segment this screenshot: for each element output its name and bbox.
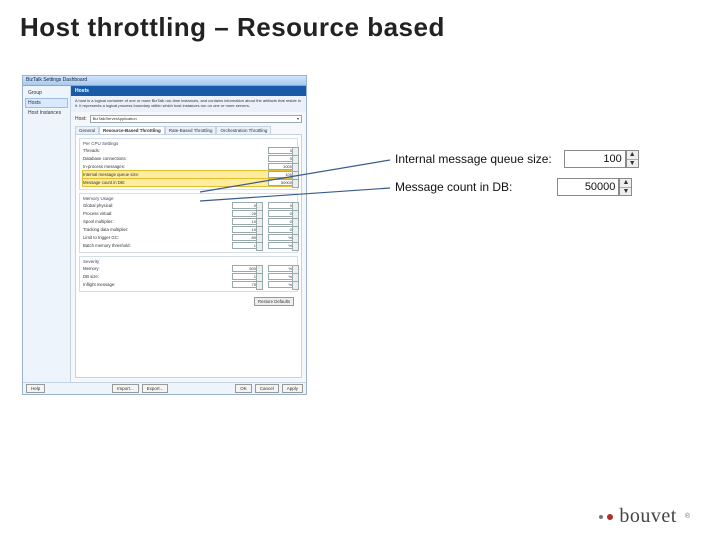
page-title: Host throttling – Resource based	[20, 12, 445, 43]
tab-rate-based[interactable]: Rate-Based Throttling	[165, 126, 217, 134]
mem-spool-field[interactable]: 10	[232, 218, 258, 225]
nav-group[interactable]: Group	[25, 88, 68, 98]
imq-label: Internal message queue size:	[83, 172, 268, 177]
host-combobox[interactable]: BizTalkServerApplication ▾	[90, 115, 302, 123]
callout-imq-label: Internal message queue size:	[395, 152, 552, 166]
callout-mcdb-field[interactable]: 50000 ▲▼	[557, 178, 619, 196]
sev-db-pct: %	[268, 273, 294, 280]
inproc-label: In-process messages:	[83, 164, 268, 169]
throttling-panel: Per CPU Settings Threads:0 Database conn…	[75, 134, 302, 378]
dbconn-label: Database connections:	[83, 156, 268, 161]
host-label: Host:	[75, 116, 87, 122]
restore-defaults-button[interactable]: Restore Defaults	[254, 297, 294, 306]
ok-button[interactable]: OK	[235, 384, 252, 393]
mem-track-label: Tracking data multiplier:	[83, 227, 232, 232]
tab-general[interactable]: General	[75, 126, 99, 134]
logo-dot-icon	[607, 514, 613, 520]
dialog-titlebar: BizTalk Settings Dashboard	[23, 76, 306, 86]
callout-mcdb-label: Message count in DB:	[395, 180, 512, 194]
group-severity-title: Severity	[83, 259, 294, 264]
mem-track-pct[interactable]: 0	[268, 226, 294, 233]
spinner-arrows-icon[interactable]: ▲▼	[626, 150, 639, 168]
cancel-button[interactable]: Cancel	[255, 384, 279, 393]
callout-imq-value: 100	[603, 153, 621, 165]
import-button[interactable]: Import...	[112, 384, 139, 393]
inproc-field[interactable]: 1000	[268, 163, 294, 170]
sev-mem-label: Memory:	[83, 266, 232, 271]
sev-mem-field[interactable]: 500	[232, 265, 258, 272]
callout-imq-field[interactable]: 100 ▲▼	[564, 150, 626, 168]
tab-resource-based[interactable]: Resource-Based Throttling	[99, 126, 165, 134]
sev-db-field[interactable]: 1	[232, 273, 258, 280]
mem-gc-pct: %	[268, 234, 294, 241]
mem-batch-label: Batch memory threshold:	[83, 243, 232, 248]
mem-batch-field[interactable]: 1	[232, 242, 258, 249]
section-banner: Hosts	[71, 86, 306, 96]
dbconn-field[interactable]: 0	[268, 155, 294, 162]
mem-gc-field[interactable]: 80	[232, 234, 258, 241]
mcdb-row: Message count in DB:50000	[83, 179, 294, 186]
imq-row: Internal message queue size:100	[83, 171, 294, 178]
mem-track-field[interactable]: 10	[232, 226, 258, 233]
host-combobox-value: BizTalkServerApplication	[93, 116, 137, 121]
sev-inflight-field[interactable]: 75	[232, 281, 258, 288]
tab-orchestration[interactable]: Orchestration Throttling	[216, 126, 271, 134]
mem-global-pct[interactable]: 0	[268, 202, 294, 209]
callout-mcdb-value: 50000	[585, 181, 616, 193]
bouvet-logo: bouvet ®	[607, 505, 690, 528]
mem-process-field[interactable]: 25	[232, 210, 258, 217]
mem-batch-pct: %	[268, 242, 294, 249]
dialog-nav: Group Hosts Host Instances	[23, 86, 71, 382]
spinner-arrows-icon[interactable]: ▲▼	[619, 178, 632, 196]
chevron-down-icon: ▾	[297, 116, 299, 121]
mem-gc-label: Limit to trigger GC:	[83, 235, 232, 240]
settings-dialog: BizTalk Settings Dashboard Group Hosts H…	[22, 75, 307, 395]
group-severity: Severity Memory:500% DB size:1% Inflight…	[79, 256, 298, 292]
logo-text: bouvet	[619, 505, 676, 528]
apply-button[interactable]: Apply	[282, 384, 303, 393]
group-per-cpu: Per CPU Settings Threads:0 Database conn…	[79, 138, 298, 190]
mem-spool-pct[interactable]: 0	[268, 218, 294, 225]
callout-imq: Internal message queue size: 100 ▲▼	[395, 150, 626, 168]
mem-process-label: Process virtual:	[83, 211, 232, 216]
threads-field[interactable]: 0	[268, 147, 294, 154]
group-memory-title: Memory Usage	[83, 196, 294, 201]
sev-db-label: DB size:	[83, 274, 232, 279]
help-button[interactable]: Help	[26, 384, 45, 393]
threads-label: Threads:	[83, 148, 268, 153]
group-memory: Memory Usage Global physical:00 Process …	[79, 193, 298, 253]
group-per-cpu-title: Per CPU Settings	[83, 141, 294, 146]
mcdb-field[interactable]: 50000	[268, 179, 294, 186]
sev-inflight-pct: %	[268, 281, 294, 288]
section-description: A host is a logical container of one or …	[71, 96, 306, 112]
mem-process-pct[interactable]: 0	[268, 210, 294, 217]
mcdb-label: Message count in DB:	[83, 180, 268, 185]
export-button[interactable]: Export...	[142, 384, 169, 393]
nav-hosts[interactable]: Hosts	[25, 98, 68, 108]
sev-inflight-label: Inflight message:	[83, 282, 232, 287]
mem-spool-label: Spool multiplier:	[83, 219, 232, 224]
trademark-icon: ®	[685, 513, 690, 520]
imq-field[interactable]: 100	[268, 171, 294, 178]
mem-global-field[interactable]: 0	[232, 202, 258, 209]
dialog-bottom-bar: Help Import... Export... OK Cancel Apply	[23, 382, 306, 394]
callout-mcdb: Message count in DB: 50000 ▲▼	[395, 178, 619, 196]
sev-mem-pct: %	[268, 265, 294, 272]
nav-host-instances[interactable]: Host Instances	[25, 108, 68, 118]
mem-global-label: Global physical:	[83, 203, 232, 208]
